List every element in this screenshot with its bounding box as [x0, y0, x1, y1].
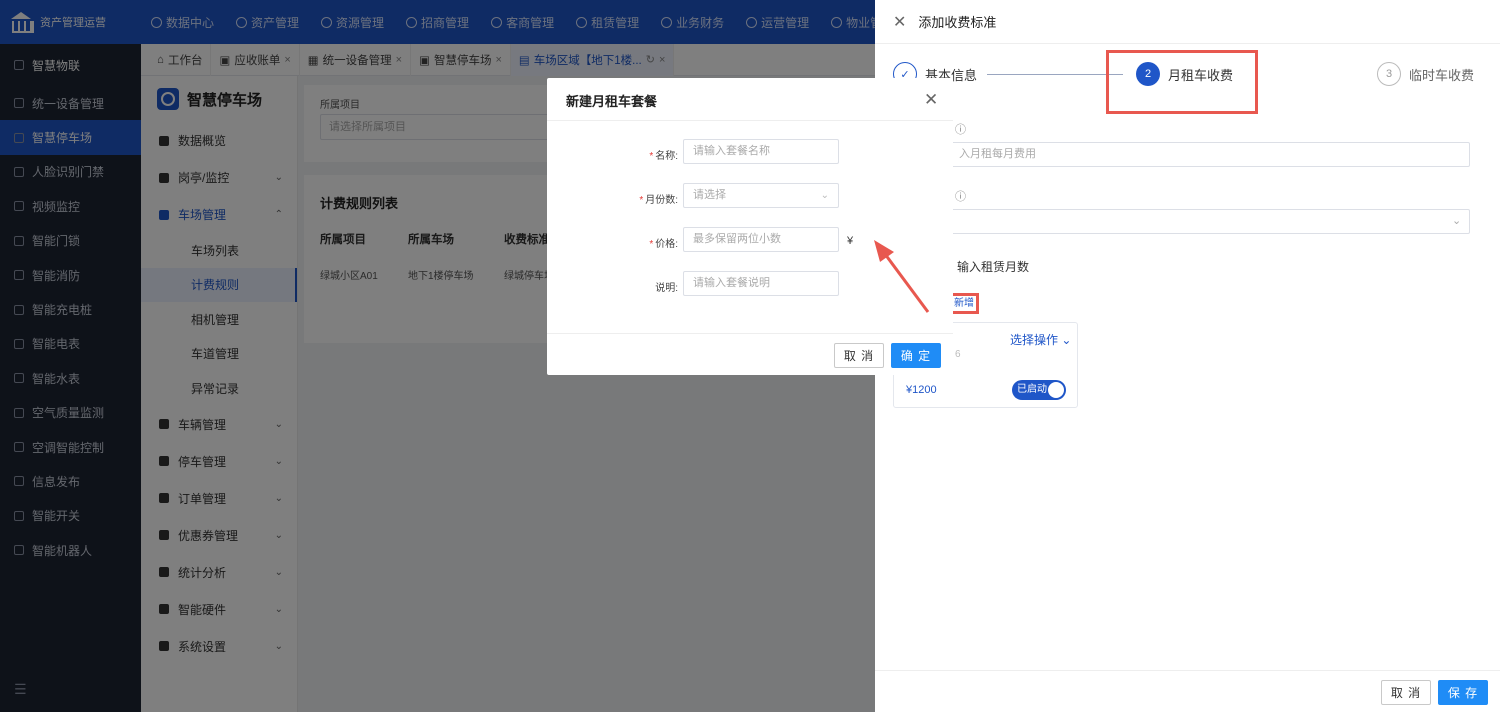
- modal-cancel-button[interactable]: 取 消: [834, 343, 884, 368]
- drawer-save-button[interactable]: 保 存: [1438, 680, 1488, 705]
- drawer-title: 添加收费标准: [918, 15, 997, 30]
- package-months: 6: [955, 349, 961, 360]
- step-connector: [987, 74, 1123, 75]
- description-input[interactable]: 请输入套餐说明: [683, 271, 839, 296]
- price-label: * 价格:: [649, 239, 678, 250]
- close-icon[interactable]: ✕: [893, 12, 906, 32]
- annotation-arrow: [874, 240, 930, 313]
- package-name-input[interactable]: 请输入套餐名称: [683, 139, 839, 164]
- chevron-down-icon: ⌄: [1061, 333, 1072, 347]
- help-icon: ⓘ: [955, 124, 966, 136]
- drawer-header: ✕ 添加收费标准: [875, 0, 1500, 44]
- divider: [547, 120, 953, 121]
- package-price: ¥1200: [906, 384, 937, 396]
- currency-symbol: ¥: [847, 235, 854, 247]
- chevron-down-icon: ⌄: [820, 190, 829, 201]
- price-input[interactable]: 最多保留两位小数: [683, 227, 839, 252]
- step-temporary[interactable]: 3 临时车收费: [1377, 62, 1474, 86]
- new-monthly-package-modal: 新建月租车套餐 ✕ * 名称: 请输入套餐名称 * 月份数: 请选择 ⌄ * 价格: 最…: [547, 78, 953, 375]
- description-label: 说明:: [655, 283, 678, 294]
- monthly-fee-input[interactable]: 入月租每月费用: [918, 142, 1470, 167]
- step-highlight-box: [1106, 50, 1258, 114]
- chevron-down-icon: ⌄: [1452, 215, 1462, 227]
- select-action-dropdown[interactable]: 选择操作 ⌄: [1010, 331, 1071, 348]
- help-icon: ⓘ: [955, 191, 966, 203]
- billing-select[interactable]: [918, 209, 1470, 234]
- close-icon[interactable]: ✕: [924, 90, 938, 110]
- divider: [547, 333, 953, 334]
- months-select[interactable]: 请选择 ⌄: [683, 183, 839, 208]
- modal-confirm-button[interactable]: 确 定: [891, 343, 941, 368]
- name-label: * 名称:: [649, 151, 678, 162]
- package-status-toggle[interactable]: 已启动: [1012, 380, 1066, 400]
- modal-title: 新建月租车套餐: [566, 94, 658, 109]
- month-instruction: 输入租赁月数: [957, 260, 1030, 274]
- months-label: * 月份数:: [639, 195, 678, 206]
- drawer-cancel-button[interactable]: 取 消: [1381, 680, 1431, 705]
